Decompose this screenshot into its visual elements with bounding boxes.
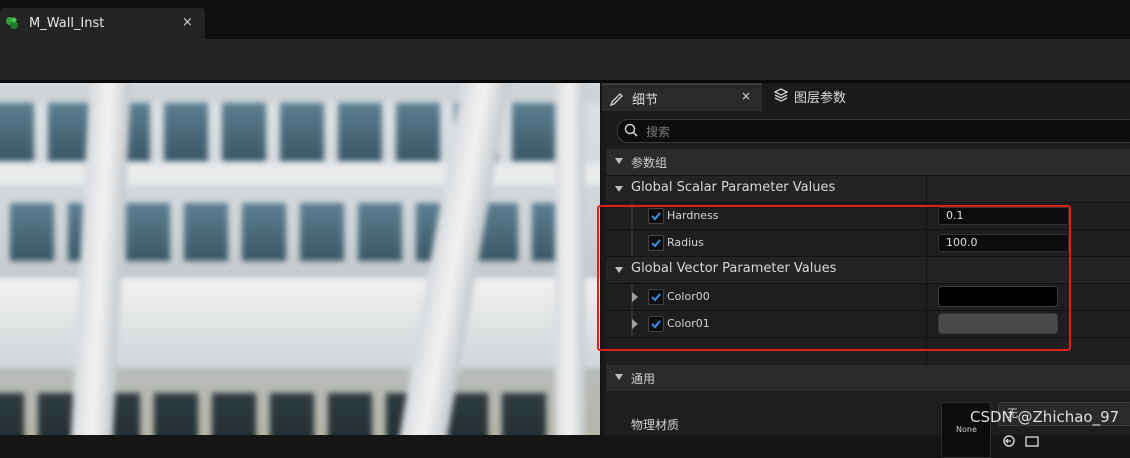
category-general[interactable]: 通用 (606, 365, 1130, 391)
browse-icon[interactable] (1002, 434, 1042, 448)
category-label: 参数组 (631, 156, 668, 170)
check-icon (651, 239, 661, 248)
expand-arrow-icon[interactable] (632, 319, 638, 329)
tab-layer-params[interactable]: 图层参数 (765, 83, 905, 109)
tab-close-icon[interactable]: × (741, 89, 751, 103)
document-tab[interactable]: M_Wall_Inst × (0, 8, 205, 39)
group-label: Global Scalar Parameter Values (631, 180, 836, 195)
tab-details-label: 细节 (632, 93, 659, 108)
param-label: Radius (667, 236, 704, 249)
document-close-icon[interactable]: × (182, 15, 193, 30)
expand-arrow-icon[interactable] (632, 292, 638, 302)
param-label: Hardness (667, 209, 719, 222)
category-label: 通用 (631, 372, 656, 386)
pencil-icon (609, 93, 623, 106)
param-label: Color00 (667, 290, 710, 303)
override-checkbox[interactable] (648, 235, 664, 251)
color01-swatch[interactable] (938, 313, 1058, 334)
override-checkbox[interactable] (648, 208, 664, 224)
watermark: CSDN @Zhichao_97 (970, 408, 1120, 426)
viewport-scene (0, 83, 600, 435)
param-row-color01: Color01 (606, 310, 1130, 337)
group-scalar[interactable]: Global Scalar Parameter Values (606, 175, 1130, 202)
toolbar (0, 39, 1130, 80)
details-panel: 细节 × 图层参数 参数组 Global Scalar Parameter Va… (602, 83, 1130, 458)
hardness-value-field[interactable]: 0.1 (938, 207, 1069, 225)
document-title: M_Wall_Inst (29, 16, 105, 31)
param-label: Color01 (667, 317, 710, 330)
collapse-arrow-icon[interactable] (615, 186, 623, 192)
group-label: Global Vector Parameter Values (631, 261, 837, 276)
search-box[interactable] (617, 119, 1130, 143)
collapse-arrow-icon[interactable] (615, 267, 623, 273)
search-icon (624, 123, 638, 137)
param-row-radius: Radius 100.0 (606, 229, 1130, 256)
check-icon (651, 320, 661, 329)
spacer-row (606, 337, 1130, 365)
param-label: 物理材质 (631, 418, 680, 432)
material-instance-icon (6, 17, 18, 29)
viewport[interactable] (0, 83, 600, 435)
layers-icon (773, 88, 789, 102)
check-icon (651, 212, 661, 221)
tab-layer-params-label: 图层参数 (794, 91, 847, 106)
param-row-color00: Color00 (606, 283, 1130, 310)
thumbnail-label: None (956, 425, 977, 434)
override-checkbox[interactable] (648, 316, 664, 332)
collapse-arrow-icon[interactable] (615, 374, 623, 380)
check-icon (651, 293, 661, 302)
details-body: 参数组 Global Scalar Parameter Values Hardn… (606, 111, 1130, 458)
category-param-group[interactable]: 参数组 (606, 149, 1130, 175)
override-checkbox[interactable] (648, 289, 664, 305)
tab-bar: M_Wall_Inst × (0, 0, 1130, 39)
group-vector[interactable]: Global Vector Parameter Values (606, 256, 1130, 283)
collapse-arrow-icon[interactable] (615, 158, 623, 164)
param-row-hardness: Hardness 0.1 (606, 202, 1130, 229)
search-input[interactable] (644, 122, 1048, 141)
radius-value-field[interactable]: 100.0 (938, 234, 1069, 252)
color00-swatch[interactable] (938, 286, 1058, 307)
tab-details[interactable]: 细节 × (602, 83, 762, 111)
